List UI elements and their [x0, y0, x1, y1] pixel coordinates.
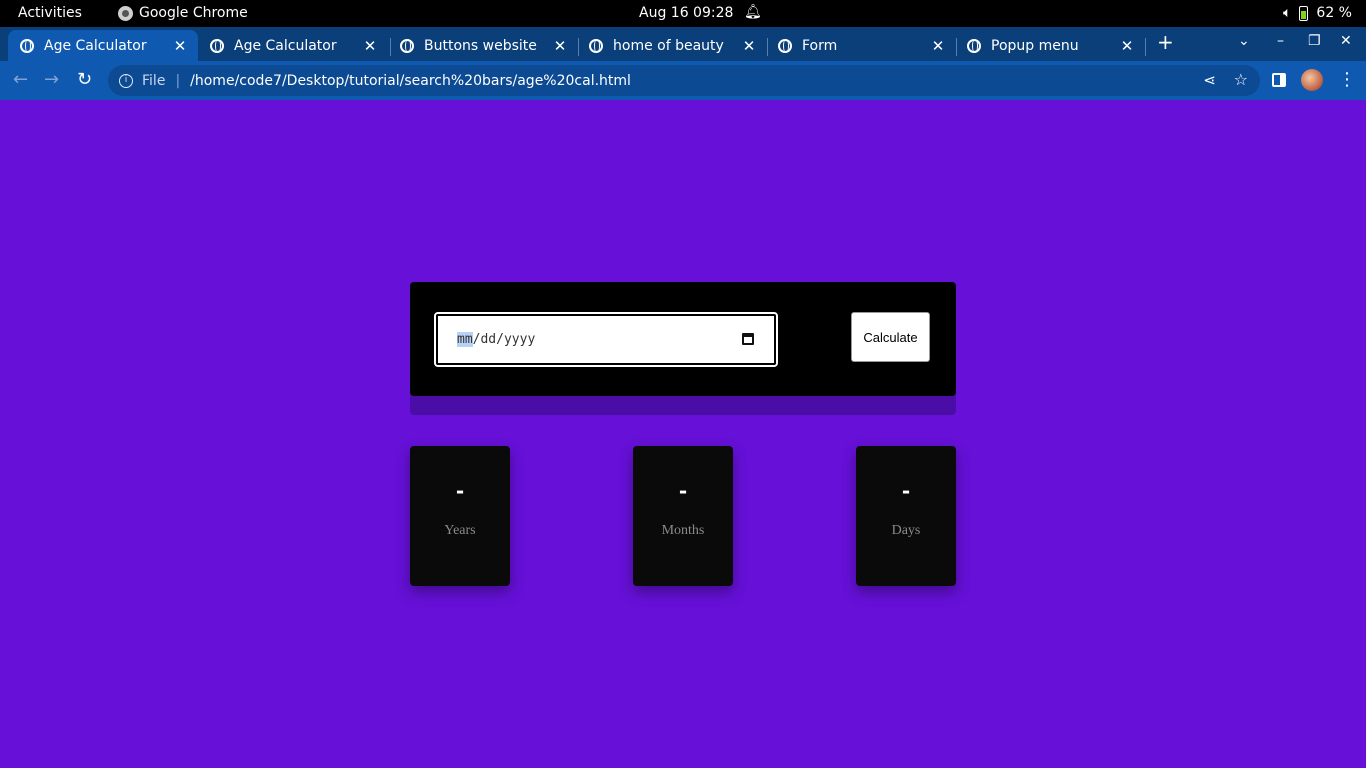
battery-percent: 62 % — [1316, 5, 1352, 21]
close-icon[interactable]: ✕ — [362, 37, 378, 55]
window-close-icon[interactable]: ✕ — [1340, 33, 1352, 49]
age-calculator-card: mm/dd/yyyy Calculate — [410, 282, 956, 396]
globe-icon — [778, 38, 792, 53]
years-result-card: - Years — [410, 446, 510, 586]
address-bar[interactable]: i File | /home/code7/Desktop/tutorial/se… — [108, 65, 1260, 96]
tab-home-of-beauty[interactable]: home of beauty ✕ — [579, 30, 767, 61]
url-divider: | — [175, 72, 181, 89]
new-tab-icon[interactable]: + — [1157, 30, 1174, 54]
birthdate-input[interactable]: mm/dd/yyyy — [434, 312, 778, 367]
battery-icon — [1299, 5, 1309, 21]
tab-title: Form — [802, 37, 838, 54]
date-rest-segment[interactable]: /dd/yyyy — [473, 332, 536, 347]
forward-arrow-icon[interactable]: → — [44, 69, 59, 90]
years-value: - — [455, 479, 465, 503]
tab-title: Age Calculator — [234, 37, 337, 54]
tab-age-calculator[interactable]: Age Calculator ✕ — [200, 30, 388, 61]
info-icon[interactable]: i — [119, 73, 133, 88]
tab-form[interactable]: Form ✕ — [768, 30, 956, 61]
bell-icon: 🔔︎ — [744, 4, 762, 20]
close-icon[interactable]: ✕ — [1119, 37, 1135, 55]
days-value: - — [901, 479, 911, 503]
tab-popup-menu[interactable]: Popup menu ✕ — [957, 30, 1145, 61]
close-icon[interactable]: ✕ — [172, 37, 188, 55]
days-result-card: - Days — [856, 446, 956, 586]
globe-icon — [589, 38, 603, 53]
system-top-bar: Activities Google Chrome Aug 16 09:28 🔔︎… — [0, 0, 1366, 27]
app-menu[interactable]: Google Chrome — [118, 5, 248, 21]
calculate-button[interactable]: Calculate — [851, 312, 930, 362]
globe-icon — [20, 38, 34, 53]
minimize-icon[interactable]: – — [1277, 33, 1284, 49]
share-icon[interactable]: ⋖ — [1203, 71, 1216, 89]
tab-age-calculator-active[interactable]: Age Calculator ✕ — [8, 30, 198, 61]
tab-separator — [1145, 38, 1146, 56]
profile-avatar[interactable] — [1301, 69, 1323, 91]
tab-title: Popup menu — [991, 37, 1079, 54]
back-arrow-icon[interactable]: ← — [13, 69, 28, 90]
tab-buttons-website[interactable]: Buttons website ✕ — [390, 30, 578, 61]
url-text[interactable]: /home/code7/Desktop/tutorial/search%20ba… — [190, 73, 631, 89]
globe-icon — [400, 38, 414, 53]
url-scheme: File — [142, 72, 166, 89]
system-tray[interactable]: 🔈︎ 62 % — [1283, 5, 1352, 21]
calendar-icon[interactable] — [742, 333, 754, 345]
activities-button[interactable]: Activities — [18, 5, 82, 21]
volume-icon: 🔈︎ — [1283, 5, 1292, 21]
close-icon[interactable]: ✕ — [741, 37, 757, 55]
days-label: Days — [891, 523, 921, 538]
months-label: Months — [661, 523, 705, 538]
years-label: Years — [444, 523, 476, 538]
app-name: Google Chrome — [139, 5, 248, 21]
restore-icon[interactable]: ❐ — [1308, 33, 1321, 49]
tab-search-chevron-icon[interactable]: ⌄ — [1238, 33, 1250, 49]
close-icon[interactable]: ✕ — [930, 37, 946, 55]
tab-title: Age Calculator — [44, 37, 147, 54]
side-panel-icon[interactable] — [1272, 73, 1286, 87]
tab-title: Buttons website — [424, 37, 537, 54]
tab-title: home of beauty — [613, 37, 724, 54]
browser-toolbar: ← → ↻ i File | /home/code7/Desktop/tutor… — [0, 61, 1366, 100]
more-menu-icon[interactable]: ⋮ — [1338, 69, 1356, 90]
months-result-card: - Months — [633, 446, 733, 586]
clock[interactable]: Aug 16 09:28 — [639, 5, 733, 21]
reload-icon[interactable]: ↻ — [77, 69, 92, 90]
chrome-icon — [118, 5, 133, 21]
month-segment[interactable]: mm — [457, 332, 473, 347]
months-value: - — [678, 479, 688, 503]
close-icon[interactable]: ✕ — [552, 37, 568, 55]
globe-icon — [210, 38, 224, 53]
bookmark-star-icon[interactable]: ☆ — [1234, 70, 1248, 89]
globe-icon — [967, 38, 981, 53]
